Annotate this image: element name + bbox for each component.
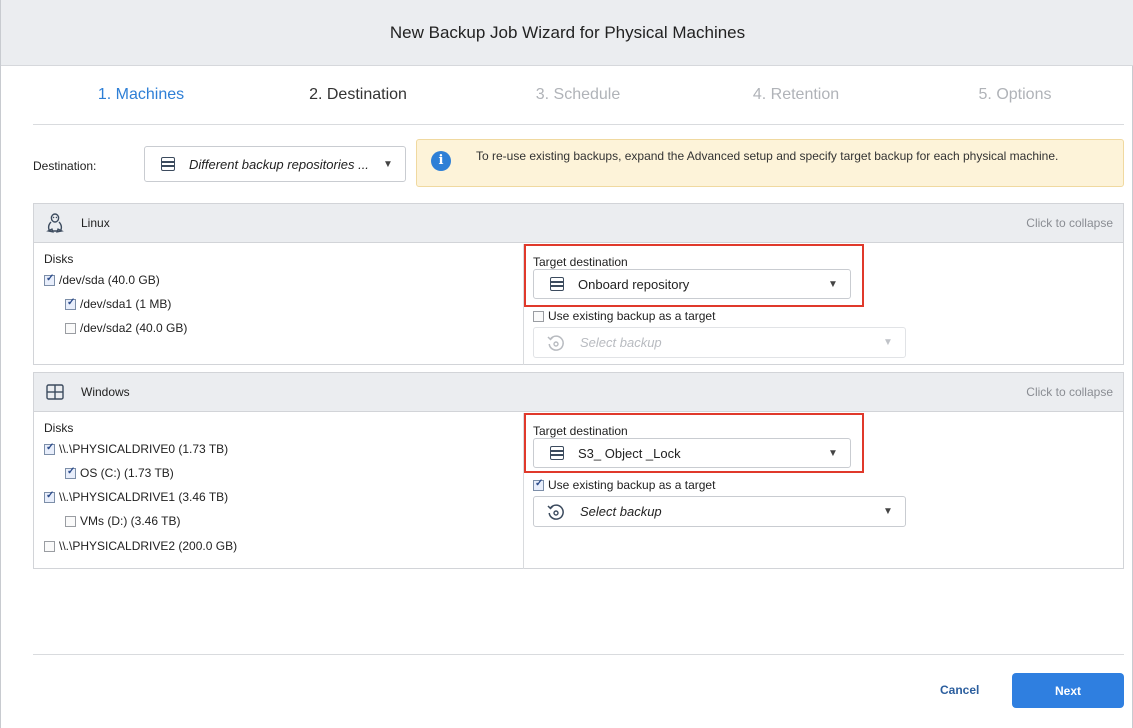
windows-collapse-link[interactable]: Click to collapse xyxy=(1026,385,1113,399)
use-existing-label: Use existing backup as a target xyxy=(548,478,716,492)
windows-select-backup-placeholder: Select backup xyxy=(580,504,662,519)
windows-disks-title: Disks xyxy=(44,421,74,435)
chevron-down-icon: ▼ xyxy=(383,158,393,170)
window-title: New Backup Job Wizard for Physical Machi… xyxy=(1,0,1133,66)
windows-disk-row[interactable]: \\.\PHYSICALDRIVE1 (3.46 TB) xyxy=(44,490,228,504)
disk-checkbox[interactable] xyxy=(44,490,55,503)
windows-disk-row[interactable]: OS (C:) (1.73 TB) xyxy=(65,466,174,480)
disk-checkbox[interactable] xyxy=(65,515,76,527)
info-text: To re-use existing backups, expand the A… xyxy=(476,149,1059,163)
linux-collapse-link[interactable]: Click to collapse xyxy=(1026,216,1113,230)
linux-disk-row[interactable]: /dev/sda2 (40.0 GB) xyxy=(65,321,187,335)
cancel-button[interactable]: Cancel xyxy=(940,683,979,697)
disk-label: /dev/sda (40.0 GB) xyxy=(59,273,160,287)
windows-disk-row[interactable]: \\.\PHYSICALDRIVE2 (200.0 GB) xyxy=(44,539,237,553)
destination-label: Destination: xyxy=(33,159,97,173)
disk-checkbox[interactable] xyxy=(44,540,55,552)
windows-target-highlight xyxy=(524,413,864,473)
windows-use-existing[interactable]: Use existing backup as a target xyxy=(533,478,715,492)
windows-disk-row[interactable]: \\.\PHYSICALDRIVE0 (1.73 TB) xyxy=(44,442,228,456)
chevron-down-icon: ▼ xyxy=(883,337,893,348)
linux-disks-title: Disks xyxy=(44,252,74,266)
windows-section-header[interactable]: Windows Click to collapse xyxy=(34,373,1123,412)
destination-select-value: Different backup repositories ... xyxy=(189,156,369,172)
disk-checkbox[interactable] xyxy=(65,466,76,479)
windows-section-title: Windows xyxy=(81,385,130,399)
linux-disk-row[interactable]: /dev/sda (40.0 GB) xyxy=(44,273,160,287)
disk-label: \\.\PHYSICALDRIVE1 (3.46 TB) xyxy=(59,490,229,504)
disk-label: VMs (D:) (3.46 TB) xyxy=(80,514,181,528)
use-existing-label: Use existing backup as a target xyxy=(548,309,716,323)
footer-divider xyxy=(33,654,1124,655)
use-existing-checkbox[interactable] xyxy=(533,310,544,322)
destination-select[interactable]: Different backup repositories ... ▼ xyxy=(144,146,406,182)
linux-section-header[interactable]: Linux Click to collapse xyxy=(34,204,1123,243)
linux-target-highlight xyxy=(524,244,864,307)
step-schedule[interactable]: 3. Schedule xyxy=(536,86,621,104)
repository-icon xyxy=(161,157,175,171)
disk-checkbox[interactable] xyxy=(44,442,55,455)
disk-checkbox[interactable] xyxy=(44,273,55,286)
disk-label: /dev/sda1 (1 MB) xyxy=(80,297,172,311)
windows-select-backup[interactable]: Select backup ▼ xyxy=(533,496,906,527)
step-machines[interactable]: 1. Machines xyxy=(98,86,184,104)
disk-checkbox[interactable] xyxy=(65,297,76,310)
next-button[interactable]: Next xyxy=(1012,673,1124,708)
disk-checkbox[interactable] xyxy=(65,322,76,334)
wizard-steps: 1. Machines 2. Destination 3. Schedule 4… xyxy=(1,86,1133,108)
chevron-down-icon: ▼ xyxy=(883,506,893,517)
disk-label: OS (C:) (1.73 TB) xyxy=(80,466,174,480)
restore-history-icon xyxy=(547,334,564,351)
step-retention[interactable]: 4. Retention xyxy=(753,86,839,104)
info-icon: i xyxy=(431,151,451,171)
info-banner: i To re-use existing backups, expand the… xyxy=(416,139,1124,187)
linux-icon xyxy=(46,213,64,233)
linux-use-existing[interactable]: Use existing backup as a target xyxy=(533,309,715,323)
linux-disk-row[interactable]: /dev/sda1 (1 MB) xyxy=(65,297,171,311)
linux-select-backup: Select backup ▼ xyxy=(533,327,906,358)
windows-icon xyxy=(46,384,64,400)
linux-section-title: Linux xyxy=(81,216,110,230)
windows-disk-row[interactable]: VMs (D:) (3.46 TB) xyxy=(65,514,180,528)
disk-label: \\.\PHYSICALDRIVE0 (1.73 TB) xyxy=(59,442,229,456)
restore-history-icon xyxy=(547,503,564,520)
disk-label: /dev/sda2 (40.0 GB) xyxy=(80,321,188,335)
wizard-window: New Backup Job Wizard for Physical Machi… xyxy=(0,0,1133,728)
step-options[interactable]: 5. Options xyxy=(979,86,1052,104)
step-destination[interactable]: 2. Destination xyxy=(309,86,407,104)
disk-label: \\.\PHYSICALDRIVE2 (200.0 GB) xyxy=(59,539,238,553)
steps-divider xyxy=(33,124,1124,125)
use-existing-checkbox[interactable] xyxy=(533,478,544,491)
linux-select-backup-placeholder: Select backup xyxy=(580,335,662,350)
